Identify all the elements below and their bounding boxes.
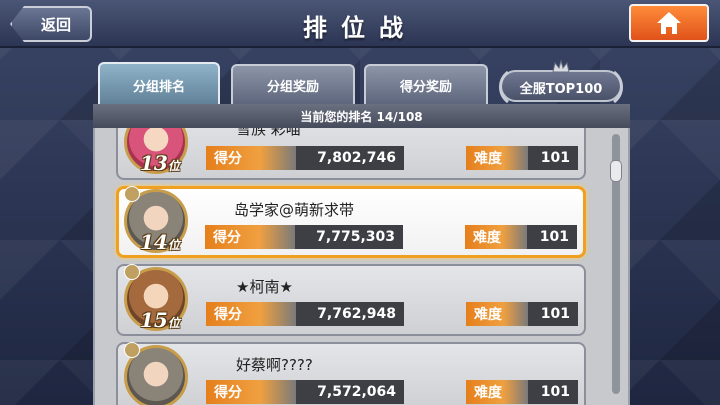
current-rank-text: 当前您的排名 14/108 (300, 109, 423, 124)
score-label: 得分 (205, 225, 295, 249)
medal-icon (124, 186, 140, 202)
tab-group-reward[interactable]: 分组奖励 (231, 64, 355, 104)
tab-label: 分组排名 (132, 79, 185, 95)
tab-score-reward[interactable]: 得分奖励 (364, 64, 488, 104)
score-value: 7,775,303 (295, 225, 403, 249)
rank-number: 13位 (140, 151, 180, 175)
player-name: ★柯南★ (236, 278, 293, 296)
tab-server-top100[interactable]: 全服TOP100 (497, 62, 625, 104)
score-label: 得分 (206, 302, 296, 326)
player-name: 好蔡啊???? (236, 356, 313, 374)
top-bar: 返回 排位战 (0, 0, 720, 48)
difficulty-label: 难度 (465, 225, 527, 249)
score-value: 7,802,746 (296, 146, 404, 170)
scrollbar-thumb[interactable] (610, 160, 622, 182)
tab-label: 得分奖励 (399, 79, 452, 95)
difficulty-value: 101 (527, 225, 577, 249)
tab-label: 全服TOP100 (519, 81, 603, 97)
difficulty-value: 101 (528, 146, 578, 170)
difficulty-value: 101 (528, 302, 578, 326)
player-name: 岛学家@萌新求带 (234, 201, 355, 219)
score-value: 7,762,948 (296, 302, 404, 326)
score-label: 得分 (206, 380, 296, 404)
rank-number: 15位 (140, 308, 180, 332)
medal-icon (124, 264, 140, 280)
difficulty-label: 难度 (466, 146, 528, 170)
page-title: 排位战 (303, 14, 417, 42)
tab-group-ranking[interactable]: 分组排名 (98, 62, 220, 106)
difficulty-label: 难度 (466, 380, 528, 404)
medal-icon (124, 342, 140, 358)
rank-number: 14位 (140, 230, 180, 254)
difficulty-label: 难度 (466, 302, 528, 326)
score-label: 得分 (206, 146, 296, 170)
home-button[interactable] (629, 4, 709, 42)
tab-label: 分组奖励 (266, 79, 319, 95)
score-value: 7,572,064 (296, 380, 404, 404)
home-icon (657, 12, 681, 34)
current-rank-banner-overlay: 当前您的排名 14/108 (93, 104, 630, 128)
difficulty-value: 101 (528, 380, 578, 404)
